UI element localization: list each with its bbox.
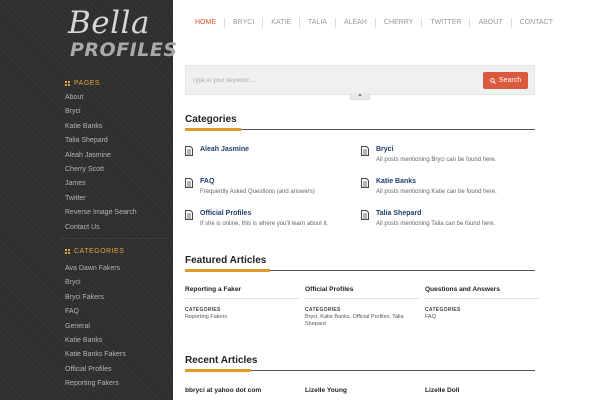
sidebar-page-link[interactable]: About [65, 91, 137, 105]
featured-article-divider [185, 298, 300, 299]
sidebar: Bella PROFILES PAGES About Bryci Katie B… [0, 0, 178, 400]
category-description: Frequently Asked Questions (and answers) [200, 189, 315, 195]
document-icon [361, 210, 369, 220]
document-icon [185, 146, 193, 156]
featured-article: Official Profiles CATEGORIES Bryci, Kati… [305, 284, 420, 328]
nav-aleah[interactable]: ALEAH [334, 18, 375, 28]
featured-article-title[interactable]: Questions and Answers [425, 284, 540, 296]
sidebar-page-link[interactable]: Reverse Image Search [65, 206, 137, 220]
search-input[interactable] [192, 74, 472, 87]
category-link[interactable]: Bryci [376, 146, 394, 153]
featured-article-divider [425, 298, 540, 299]
sidebar-category-link[interactable]: General [65, 320, 126, 334]
document-icon [185, 210, 193, 220]
nav-about[interactable]: ABOUT [469, 18, 510, 28]
sidebar-categories-list: Ava Dawn Fakers Bryci Bryci Fakers FAQ G… [65, 262, 126, 392]
sidebar-page-link[interactable]: James [65, 177, 137, 191]
featured-article-categories[interactable]: Reporting Fakers [185, 314, 300, 321]
featured-article-divider [305, 298, 420, 299]
sidebar-page-link[interactable]: Twitter [65, 192, 137, 206]
categories-accent [185, 128, 241, 131]
featured-article-categories[interactable]: Bryci, Katie Banks, Official Profiles, T… [305, 314, 413, 328]
sidebar-category-link[interactable]: Bryci [65, 276, 126, 290]
categories-heading: Categories [185, 114, 237, 125]
sidebar-category-link[interactable]: Reporting Fakers [65, 377, 126, 391]
search-box: Search [185, 65, 535, 95]
sidebar-pages-list: About Bryci Katie Banks Talia Shepard Al… [65, 91, 137, 235]
featured-article: Reporting a Faker CATEGORIES Reporting F… [185, 284, 300, 321]
sidebar-page-link[interactable]: Talia Shepard [65, 134, 137, 148]
featured-article-label: CATEGORIES [425, 307, 461, 313]
sidebar-category-link[interactable]: Bryci Fakers [65, 291, 126, 305]
nav-katie[interactable]: KATIE [262, 18, 299, 28]
featured-article-categories[interactable]: FAQ [425, 314, 540, 321]
category-link[interactable]: Katie Banks [376, 178, 416, 185]
recent-accent [185, 369, 251, 372]
category-description: All posts mentioning Katie can be found … [376, 189, 497, 195]
sidebar-categories-heading: CATEGORIES [65, 248, 124, 255]
category-link[interactable]: Talia Shepard [376, 210, 421, 217]
search-icon [490, 77, 496, 84]
featured-accent [185, 269, 270, 272]
sidebar-page-link[interactable]: Bryci [65, 105, 137, 119]
sidebar-category-link[interactable]: Official Profiles [65, 363, 126, 377]
sidebar-divider [60, 238, 168, 239]
featured-article-title[interactable]: Reporting a Faker [185, 284, 300, 296]
sidebar-category-link[interactable]: Katie Banks Fakers [65, 348, 126, 362]
sidebar-page-link[interactable]: Aleah Jasmine [65, 149, 137, 163]
featured-heading: Featured Articles [185, 255, 267, 266]
sidebar-pages-heading: PAGES [65, 80, 100, 87]
grid-icon [65, 249, 70, 254]
nav-contact[interactable]: CONTACT [510, 18, 561, 28]
category-description: All posts mentioning Talia can be found … [376, 221, 496, 227]
featured-article-label: CATEGORIES [305, 307, 341, 313]
category-link[interactable]: Official Profiles [200, 210, 251, 217]
sidebar-category-link[interactable]: Katie Banks [65, 334, 126, 348]
grid-icon [65, 81, 70, 86]
sidebar-page-link[interactable]: Contact Us [65, 221, 137, 235]
nav-home[interactable]: HOME [185, 18, 224, 28]
sidebar-page-link[interactable]: Cherry Scott [65, 163, 137, 177]
category-link[interactable]: FAQ [200, 178, 214, 185]
recent-article-title[interactable]: Lizelle Young [305, 387, 347, 394]
logo-script-text: Bella [68, 5, 150, 41]
featured-article: Questions and Answers CATEGORIES FAQ [425, 284, 540, 321]
featured-article-title[interactable]: Official Profiles [305, 284, 420, 296]
category-description: If she is online, this is where you'll l… [200, 221, 329, 227]
sidebar-category-link[interactable]: Ava Dawn Fakers [65, 262, 126, 276]
recent-heading: Recent Articles [185, 355, 258, 366]
search-collapse-toggle[interactable]: ▲ [350, 93, 370, 100]
recent-article-title[interactable]: bbryci at yahoo dot com [185, 387, 261, 394]
featured-article-label: CATEGORIES [185, 307, 221, 313]
sidebar-pages-heading-label: PAGES [74, 80, 101, 87]
document-icon [361, 178, 369, 188]
search-button-label: Search [498, 77, 522, 84]
nav-cherry[interactable]: CHERRY [374, 18, 421, 28]
sidebar-categories-heading-label: CATEGORIES [74, 248, 125, 255]
document-icon [361, 146, 369, 156]
category-description: All posts mentioning Bryci can be found … [376, 157, 497, 163]
top-nav: HOME BRYCI KATIE TALIA ALEAH CHERRY TWIT… [185, 16, 561, 30]
sidebar-page-link[interactable]: Katie Banks [65, 120, 137, 134]
document-icon [185, 178, 193, 188]
sidebar-category-link[interactable]: FAQ [65, 305, 126, 319]
nav-bryci[interactable]: BRYCI [224, 18, 262, 28]
site-logo[interactable]: Bella PROFILES [68, 5, 178, 66]
recent-article-title[interactable]: Lizelle Doll [425, 387, 459, 394]
search-button[interactable]: Search [483, 72, 528, 89]
nav-talia[interactable]: TALIA [299, 18, 335, 28]
nav-twitter[interactable]: TWITTER [421, 18, 469, 28]
logo-block-text: PROFILES [70, 39, 178, 61]
category-link[interactable]: Aleah Jasmine [200, 146, 249, 153]
